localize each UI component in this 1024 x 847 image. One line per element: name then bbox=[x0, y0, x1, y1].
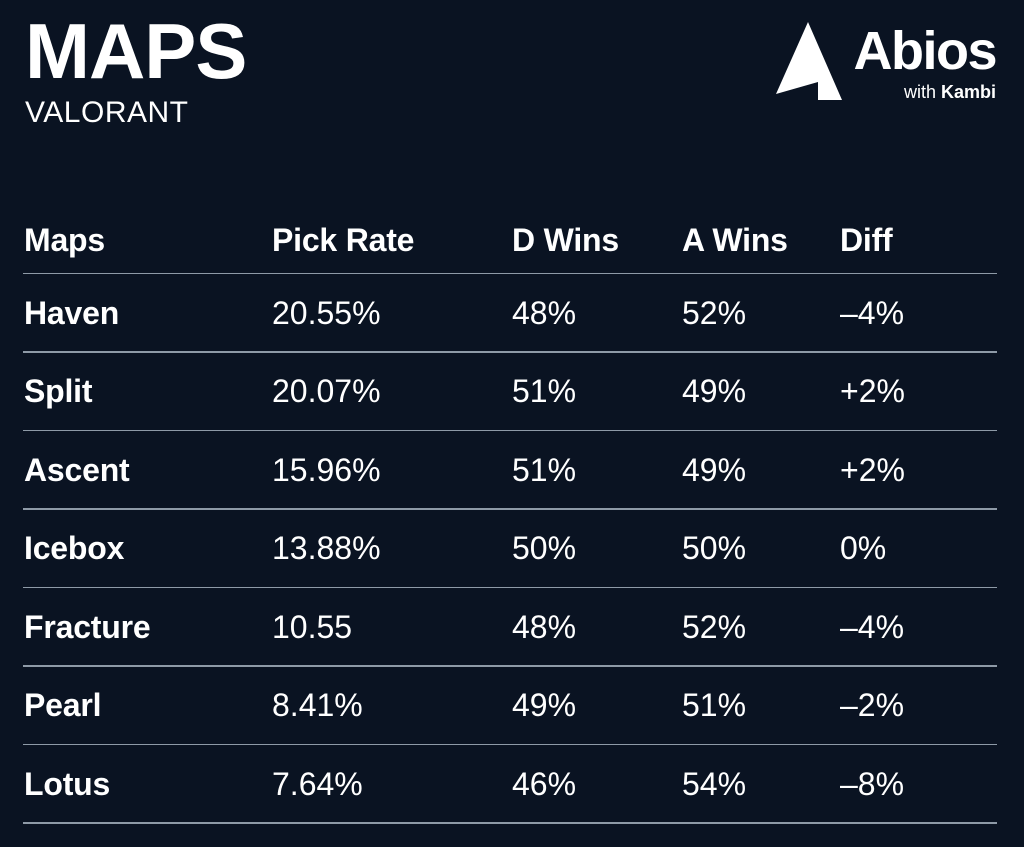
cell-a-wins: 54% bbox=[682, 765, 747, 802]
cell-map: Split bbox=[24, 373, 93, 410]
cell-diff: –4% bbox=[840, 294, 905, 331]
cell-diff: +2% bbox=[840, 451, 905, 488]
cell-d-wins: 48% bbox=[512, 608, 577, 645]
cell-pick-rate: 15.96% bbox=[272, 451, 381, 488]
table-header-row: Maps Pick Rate D Wins A Wins Diff bbox=[0, 205, 1024, 274]
cell-pick-rate: 20.07% bbox=[272, 373, 381, 410]
cell-map: Pearl bbox=[24, 687, 102, 724]
logo-tagline: with Kambi bbox=[904, 82, 996, 103]
cell-a-wins: 50% bbox=[682, 530, 747, 567]
column-header-maps: Maps bbox=[24, 222, 105, 258]
table-row: Ascent 15.96% 51% 49% +2% bbox=[0, 431, 1024, 510]
cell-pick-rate: 8.41% bbox=[272, 687, 363, 724]
cell-map: Fracture bbox=[24, 608, 151, 645]
cell-pick-rate: 7.64% bbox=[272, 765, 363, 802]
title-block: MAPS VALORANT bbox=[25, 7, 247, 130]
cell-a-wins: 49% bbox=[682, 451, 747, 488]
cell-map: Ascent bbox=[24, 451, 130, 488]
logo-wordmark: Abios bbox=[853, 21, 997, 81]
cell-pick-rate: 10.55 bbox=[272, 608, 353, 645]
table-row: Split 20.07% 51% 49% +2% bbox=[0, 353, 1024, 432]
logo-text-column: Abios with Kambi bbox=[853, 20, 997, 103]
cell-d-wins: 51% bbox=[512, 373, 577, 410]
table-row: Pearl 8.41% 49% 51% –2% bbox=[0, 667, 1024, 746]
logo-tagline-brand: Kambi bbox=[940, 82, 996, 102]
cell-a-wins: 52% bbox=[682, 294, 747, 331]
cell-diff: –2% bbox=[840, 687, 905, 724]
cell-diff: –4% bbox=[840, 608, 905, 645]
abios-logo: Abios with Kambi bbox=[773, 20, 997, 103]
table-row: Haven 20.55% 48% 52% –4% bbox=[0, 274, 1024, 353]
cell-pick-rate: 20.55% bbox=[272, 294, 381, 331]
column-header-diff: Diff bbox=[840, 222, 893, 258]
cell-map: Lotus bbox=[24, 765, 111, 802]
table-row: Icebox 13.88% 50% 50% 0% bbox=[0, 510, 1024, 589]
cell-d-wins: 49% bbox=[512, 687, 577, 724]
logo-tagline-prefix: with bbox=[903, 82, 941, 102]
cell-diff: –8% bbox=[840, 765, 905, 802]
maps-table: Maps Pick Rate D Wins A Wins Diff Haven … bbox=[0, 205, 1024, 824]
cell-a-wins: 52% bbox=[682, 608, 747, 645]
page-header: MAPS VALORANT Abios with Kambi bbox=[0, 0, 1024, 185]
cell-a-wins: 51% bbox=[682, 687, 747, 724]
column-header-d-wins: D Wins bbox=[512, 222, 619, 258]
cell-pick-rate: 13.88% bbox=[272, 530, 381, 567]
column-header-a-wins: A Wins bbox=[682, 222, 788, 258]
cell-diff: +2% bbox=[840, 373, 905, 410]
abios-arrow-icon bbox=[776, 22, 843, 100]
cell-map: Icebox bbox=[24, 530, 125, 567]
table-row: Lotus 7.64% 46% 54% –8% bbox=[0, 745, 1024, 824]
cell-d-wins: 51% bbox=[512, 451, 577, 488]
cell-d-wins: 46% bbox=[512, 765, 577, 802]
column-header-pick-rate: Pick Rate bbox=[272, 222, 415, 258]
page-subtitle: VALORANT bbox=[25, 96, 189, 130]
cell-diff: 0% bbox=[840, 530, 887, 567]
cell-d-wins: 48% bbox=[512, 294, 577, 331]
cell-map: Haven bbox=[24, 294, 120, 331]
cell-a-wins: 49% bbox=[682, 373, 747, 410]
page-title: MAPS bbox=[25, 7, 247, 95]
table-row: Fracture 10.55 48% 52% –4% bbox=[0, 588, 1024, 667]
cell-d-wins: 50% bbox=[512, 530, 577, 567]
